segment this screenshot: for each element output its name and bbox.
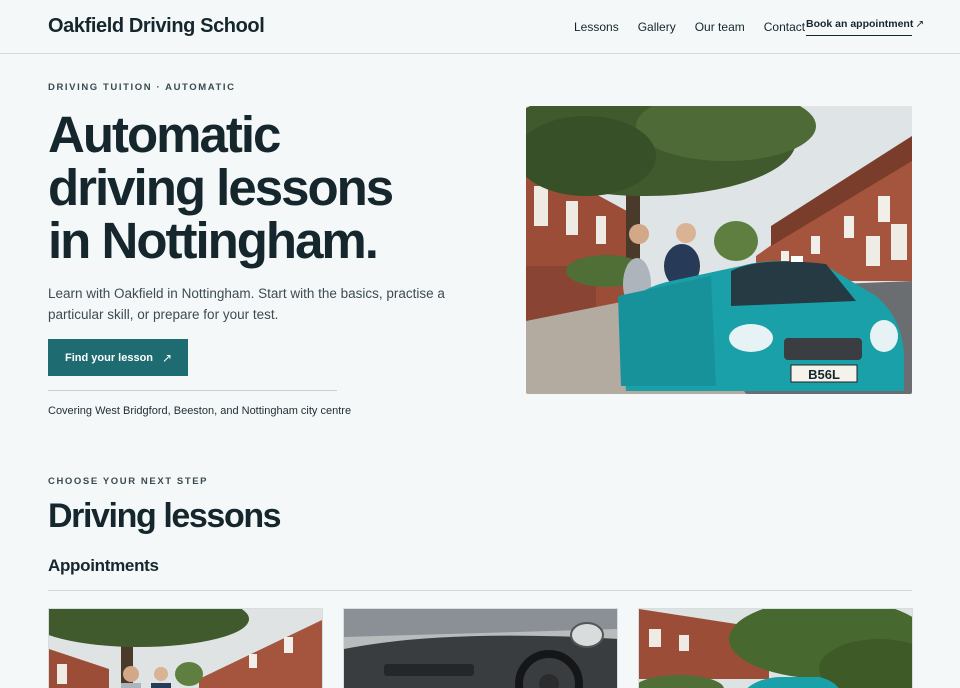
book-appointment-label: Book an appointment (806, 18, 914, 30)
nav-contact[interactable]: Contact (764, 20, 805, 34)
hero-eyebrow: DRIVING TUITION · AUTOMATIC (48, 82, 236, 93)
nav-our-team[interactable]: Our team (695, 20, 745, 34)
cta-label: Find your lesson (65, 351, 154, 364)
find-your-lesson-button[interactable]: Find your lesson ↗ (48, 339, 188, 376)
coverage-text: Covering West Bridgford, Beeston, and No… (48, 405, 352, 417)
lesson-card-3[interactable] (638, 608, 913, 688)
license-plate: B56L (808, 367, 840, 382)
lesson-card-photo (344, 609, 617, 688)
hero-subtitle: Learn with Oakfield in Nottingham. Start… (48, 286, 445, 322)
arrow-up-right-icon: ↗ (161, 350, 172, 365)
divider (48, 590, 912, 591)
hero-title: Automatic driving lessons in Nottingham. (48, 108, 488, 267)
book-appointment-link[interactable]: Book an appointment ↗ (806, 18, 924, 36)
lesson-card-photo (639, 609, 912, 688)
section-title: Driving lessons (48, 497, 282, 535)
hero-title-line: in Nottingham. (48, 212, 379, 269)
site-header: Oakfield Driving School Lessons Gallery … (0, 0, 960, 54)
hero-photo: B56L (526, 106, 912, 394)
main-nav: Lessons Gallery Our team Contact (574, 20, 805, 34)
nav-gallery[interactable]: Gallery (638, 20, 676, 34)
lesson-card-1[interactable] (48, 608, 323, 688)
section-eyebrow: CHOOSE YOUR NEXT STEP (48, 476, 209, 487)
divider (48, 390, 337, 391)
hero-title-line: driving lessons (48, 159, 394, 216)
hero-title-line: Automatic (48, 106, 281, 163)
lesson-card-2[interactable] (343, 608, 618, 688)
lesson-card-photo (49, 609, 322, 688)
nav-lessons[interactable]: Lessons (574, 20, 619, 34)
brand-logo[interactable]: Oakfield Driving School (48, 15, 265, 38)
appointments-heading: Appointments (48, 556, 159, 575)
arrow-up-right-icon: ↗ (915, 18, 925, 30)
